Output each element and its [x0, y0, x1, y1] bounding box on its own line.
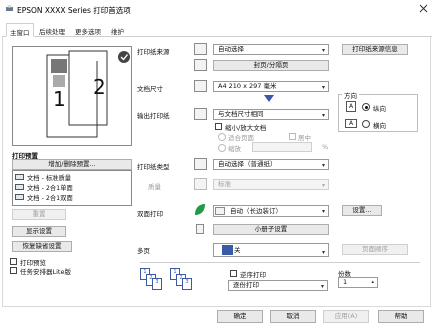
arrow-down-icon [264, 95, 274, 102]
multipage-label: 多页 [137, 247, 150, 255]
title-bar: EPSON XXXX Series 打印首选项 [0, 0, 434, 18]
zoom-radio[interactable] [218, 144, 226, 152]
paper-source-icon [194, 43, 207, 55]
page-order-button[interactable]: 页面顺序 [342, 244, 408, 255]
apply-button[interactable]: 应用(A) [323, 310, 369, 323]
paper-source-label: 打印纸来源 [137, 48, 170, 56]
cancel-button[interactable]: 取消 [270, 310, 316, 323]
zoom-input[interactable] [252, 142, 312, 152]
landscape-icon: A [345, 119, 357, 128]
duplex-icon [215, 207, 225, 215]
booklet-icon [196, 224, 204, 234]
booklet-settings-button[interactable]: 小册子设置 [213, 224, 329, 235]
print-preview-checkbox[interactable] [10, 258, 17, 265]
copies-input[interactable]: 1 ▴ [338, 277, 378, 288]
multipage-icon [222, 245, 233, 255]
reset-button[interactable]: 重置 [12, 209, 66, 220]
paper-type-label: 打印纸类型 [137, 163, 170, 171]
preview-page-2: 2 [93, 75, 106, 99]
reduce-enlarge-label: 缩小/放大文档 [225, 124, 267, 132]
landscape-radio[interactable] [362, 120, 370, 128]
quality-label: 质量 [148, 183, 161, 191]
printer-icon [6, 5, 13, 11]
tab-strip: 主窗口 后续处理 更多选项 维护 [2, 23, 432, 37]
add-remove-presets-button[interactable]: 增加/删除预置... [12, 159, 132, 170]
tab-more-options[interactable]: 更多选项 [72, 23, 108, 37]
paper-type-select[interactable]: 自动选择（普通纸） ▾ [213, 159, 329, 170]
job-arranger-checkbox[interactable] [10, 267, 17, 274]
center-checkbox[interactable] [289, 133, 296, 140]
cover-separator-button[interactable]: 封页/分隔页 [213, 60, 329, 71]
ok-button[interactable]: 确定 [217, 310, 263, 323]
output-paper-select[interactable]: 与文档尺寸相同 ▾ [213, 109, 329, 120]
reverse-order-checkbox[interactable] [230, 270, 237, 277]
portrait-radio[interactable] [362, 103, 370, 111]
paper-type-icon [194, 158, 207, 170]
quality-icon [194, 178, 207, 190]
presets-list[interactable]: 文档 - 标准质量 文档 - 2合1单面 文档 - 2合1双面 [12, 170, 132, 206]
document-size-select[interactable]: A4 210 x 297 毫米 ▾ [213, 81, 329, 92]
close-icon[interactable] [418, 3, 429, 14]
zoom-label: 缩放 [228, 145, 241, 153]
output-paper-label: 输出打印纸 [137, 112, 170, 120]
reduce-enlarge-checkbox[interactable] [215, 123, 222, 130]
restore-defaults-button[interactable]: 恢复缺省设置 [12, 241, 72, 252]
job-arranger-label: 任务安排器Lite版 [20, 268, 71, 276]
paper-source-info-button[interactable]: 打印纸来源信息 [342, 44, 408, 55]
duplex-select[interactable]: 自动（长边装订） ▾ [213, 205, 329, 217]
document-size-icon [194, 80, 207, 92]
quality-select[interactable]: 标准 ▾ [213, 179, 329, 190]
cover-icon [194, 59, 207, 71]
tab-finishing[interactable]: 后续处理 [36, 23, 72, 37]
collate-select[interactable]: 逐份打印 ▾ [228, 280, 328, 291]
tab-main[interactable]: 主窗口 [6, 23, 34, 37]
center-label: 居中 [298, 134, 311, 142]
tab-maintenance[interactable]: 维护 [108, 23, 130, 37]
help-button[interactable]: 帮助 [378, 310, 424, 323]
eco-leaf-icon [195, 204, 205, 215]
fit-page-label: 适合页面 [228, 134, 254, 142]
landscape-label: 横向 [373, 122, 386, 130]
portrait-label: 纵向 [373, 105, 386, 113]
duplex-settings-button[interactable]: 设置... [342, 205, 382, 216]
orientation-label: 方向 [342, 90, 359, 100]
collate-order-icon: 1 2 3 [140, 268, 164, 290]
preview-page-1: 1 [53, 87, 66, 111]
zoom-unit: % [322, 143, 329, 151]
document-size-label: 文档尺寸 [137, 85, 163, 93]
fit-page-radio[interactable] [218, 133, 226, 141]
output-paper-icon [194, 108, 207, 120]
duplex-label: 双面打印 [137, 210, 163, 218]
window-title: EPSON XXXX Series 打印首选项 [17, 6, 131, 15]
paper-source-select[interactable]: 自动选择 ▾ [213, 44, 329, 55]
portrait-icon: A [346, 101, 356, 112]
reverse-order-label: 逆序打印 [240, 271, 266, 279]
print-preview: 1 2 [12, 46, 132, 146]
reverse-order-icon: 1 2 3 [170, 268, 194, 290]
display-settings-button[interactable]: 显示设置 [12, 226, 66, 237]
